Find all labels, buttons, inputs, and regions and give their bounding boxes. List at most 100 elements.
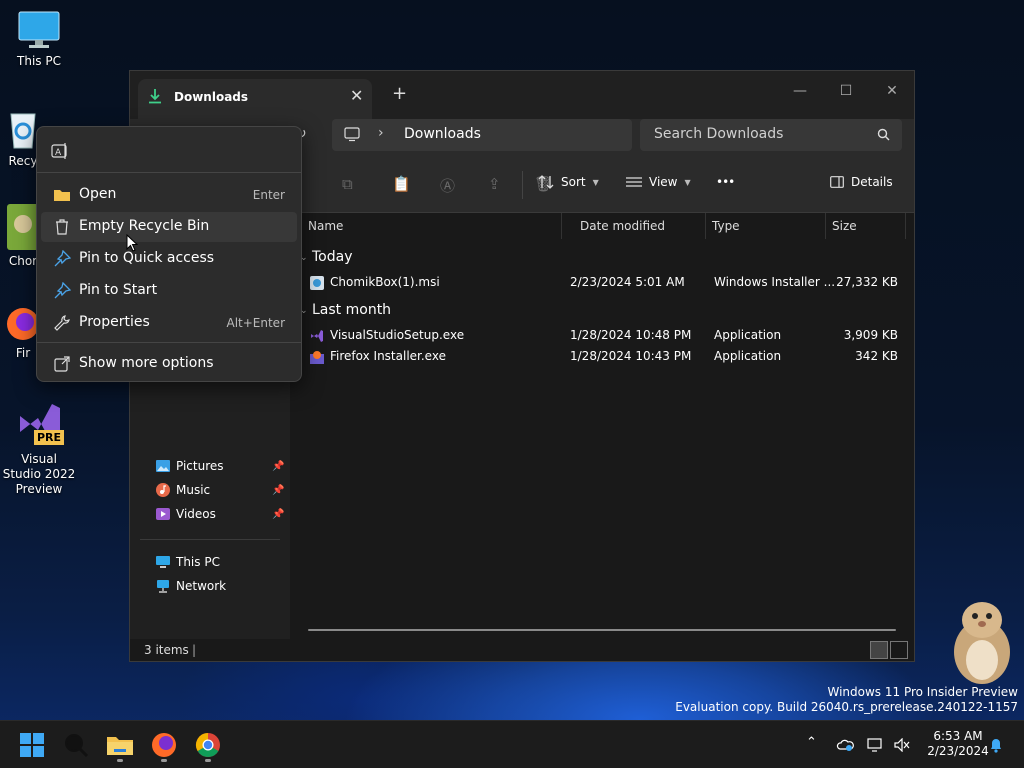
details-pane-button[interactable]: Details <box>830 175 893 189</box>
pin-icon[interactable]: 📌 <box>272 485 284 496</box>
start-button[interactable] <box>16 729 48 761</box>
column-header-name[interactable]: Name <box>290 213 562 239</box>
file-size: 342 KB <box>855 349 898 363</box>
notification-bell-icon[interactable] <box>988 737 1004 753</box>
show-hidden-icons-chevron-icon[interactable]: ⌃ <box>806 735 817 750</box>
search-icon <box>65 734 89 758</box>
column-header-type[interactable]: Type <box>706 213 826 239</box>
pin-icon[interactable]: 📌 <box>272 461 284 472</box>
sidebar-item-label: Network <box>176 579 227 593</box>
folder-icon <box>54 190 70 201</box>
search-button[interactable] <box>60 729 92 761</box>
desktop-icon-label: Chor <box>8 254 38 268</box>
hamster-mascot-image <box>954 602 1010 684</box>
menu-item-label: Pin to Start <box>79 282 158 298</box>
onedrive-icon[interactable] <box>836 738 854 752</box>
menu-item-pin-to-start[interactable]: Pin to Start <box>41 276 297 306</box>
desktop-icon-visual-studio[interactable]: PRE Visual Studio 2022 Preview <box>1 400 77 497</box>
desktop-icon-this-pc[interactable]: This PC <box>1 10 77 69</box>
view-button[interactable]: View ▼ <box>626 175 691 189</box>
menu-item-pin-quick-access[interactable]: Pin to Quick access <box>41 244 297 274</box>
sidebar-item-label: Pictures <box>176 459 224 473</box>
file-size: 3,909 KB <box>843 328 898 342</box>
file-type: Application <box>714 328 782 342</box>
chrome-icon <box>195 733 220 758</box>
firefox-installer-icon <box>310 351 324 364</box>
search-input[interactable]: Search Downloads <box>640 119 902 151</box>
group-header-last-month[interactable]: Last month <box>312 302 391 318</box>
sort-button[interactable]: Sort ▼ <box>538 175 599 189</box>
rename-icon[interactable]: Ⓐ <box>440 175 455 196</box>
taskbar-file-explorer[interactable] <box>104 729 136 762</box>
maximize-button[interactable]: ☐ <box>826 77 866 105</box>
sidebar-item-label: Music <box>176 483 211 497</box>
mouse-cursor-icon <box>126 234 138 252</box>
chevron-down-icon: ▼ <box>684 177 691 187</box>
breadcrumb-current[interactable]: Downloads <box>404 126 481 142</box>
file-date: 1/28/2024 10:48 PM <box>570 328 692 342</box>
tab-close-icon[interactable]: ✕ <box>350 86 363 105</box>
menu-divider <box>37 342 301 343</box>
column-label: Name <box>308 219 344 233</box>
menu-item-shortcut: Alt+Enter <box>226 316 285 330</box>
taskbar-firefox[interactable] <box>148 729 180 762</box>
column-header-size[interactable]: Size <box>826 213 906 239</box>
visual-studio-icon <box>311 330 323 342</box>
chevron-right-icon: › <box>378 125 384 141</box>
network-icon <box>157 580 169 593</box>
system-clock[interactable]: 6:53 AM 2/23/2024 <box>920 729 996 759</box>
column-label: Type <box>712 219 740 233</box>
sidebar-item-music[interactable]: Music <box>156 483 210 497</box>
sidebar-item-label: Videos <box>176 507 216 521</box>
sidebar-item-network[interactable]: Network <box>156 579 226 593</box>
menu-item-label: Properties <box>79 314 150 330</box>
column-header-date[interactable]: Date modified <box>562 213 706 239</box>
menu-item-label: Show more options <box>79 355 214 371</box>
copy-icon[interactable]: ⧉ <box>342 175 353 193</box>
breadcrumb[interactable]: › Downloads <box>332 119 632 151</box>
table-row[interactable]: Firefox Installer.exe 1/28/2024 10:43 PM… <box>290 347 914 367</box>
file-name: VisualStudioSetup.exe <box>330 328 465 342</box>
menu-item-show-more-options[interactable]: Show more options <box>41 349 297 379</box>
group-header-today[interactable]: Today <box>312 249 353 265</box>
evaluation-watermark: Windows 11 Pro Insider Preview Evaluatio… <box>675 685 1018 715</box>
running-indicator <box>117 759 123 762</box>
item-count: 3 items <box>144 643 189 657</box>
windows-logo-icon <box>20 733 44 757</box>
paste-icon[interactable]: 📋 <box>392 175 411 193</box>
pin-icon[interactable]: 📌 <box>272 509 284 520</box>
rename-icon[interactable]: A <box>51 142 69 160</box>
download-icon <box>149 89 161 104</box>
music-icon <box>156 483 170 497</box>
close-button[interactable]: ✕ <box>872 77 912 105</box>
desktop-icon-label: Visual Studio 2022 Preview <box>2 452 76 496</box>
tiles-view-icon[interactable] <box>890 641 908 659</box>
tab-downloads[interactable]: Downloads ✕ <box>138 79 372 119</box>
sidebar-item-this-pc[interactable]: This PC <box>156 555 220 569</box>
menu-item-empty-recycle-bin[interactable]: Empty Recycle Bin <box>41 212 297 242</box>
details-view-icon[interactable] <box>870 641 888 659</box>
sort-label: Sort <box>561 175 586 189</box>
table-row[interactable]: VisualStudioSetup.exe 1/28/2024 10:48 PM… <box>290 326 914 346</box>
monitor-icon <box>156 556 170 568</box>
new-tab-icon[interactable]: + <box>392 83 407 104</box>
share-icon[interactable]: ⇪ <box>488 175 501 193</box>
sidebar-item-videos[interactable]: Videos <box>156 507 216 521</box>
title-bar: Downloads ✕ + — ☐ ✕ <box>130 71 914 119</box>
table-row[interactable]: ChomikBox(1).msi 2/23/2024 5:01 AM Windo… <box>290 273 914 293</box>
svg-text:A: A <box>55 148 62 158</box>
file-date: 2/23/2024 5:01 AM <box>570 275 685 289</box>
sidebar-item-pictures[interactable]: Pictures <box>156 459 224 473</box>
minimize-button[interactable]: — <box>780 77 820 105</box>
more-options-button[interactable]: ••• <box>716 175 735 189</box>
menu-item-open[interactable]: Open Enter <box>41 180 297 210</box>
menu-item-properties[interactable]: Properties Alt+Enter <box>41 308 297 338</box>
file-type: Windows Installer ... <box>714 275 836 289</box>
network-icon[interactable] <box>866 738 884 752</box>
volume-muted-icon[interactable] <box>894 738 910 752</box>
trash-icon <box>56 219 68 235</box>
horizontal-scrollbar[interactable] <box>308 629 896 631</box>
folder-icon <box>107 737 133 755</box>
menu-item-label: Pin to Quick access <box>79 250 215 266</box>
taskbar-chrome[interactable] <box>192 729 224 762</box>
